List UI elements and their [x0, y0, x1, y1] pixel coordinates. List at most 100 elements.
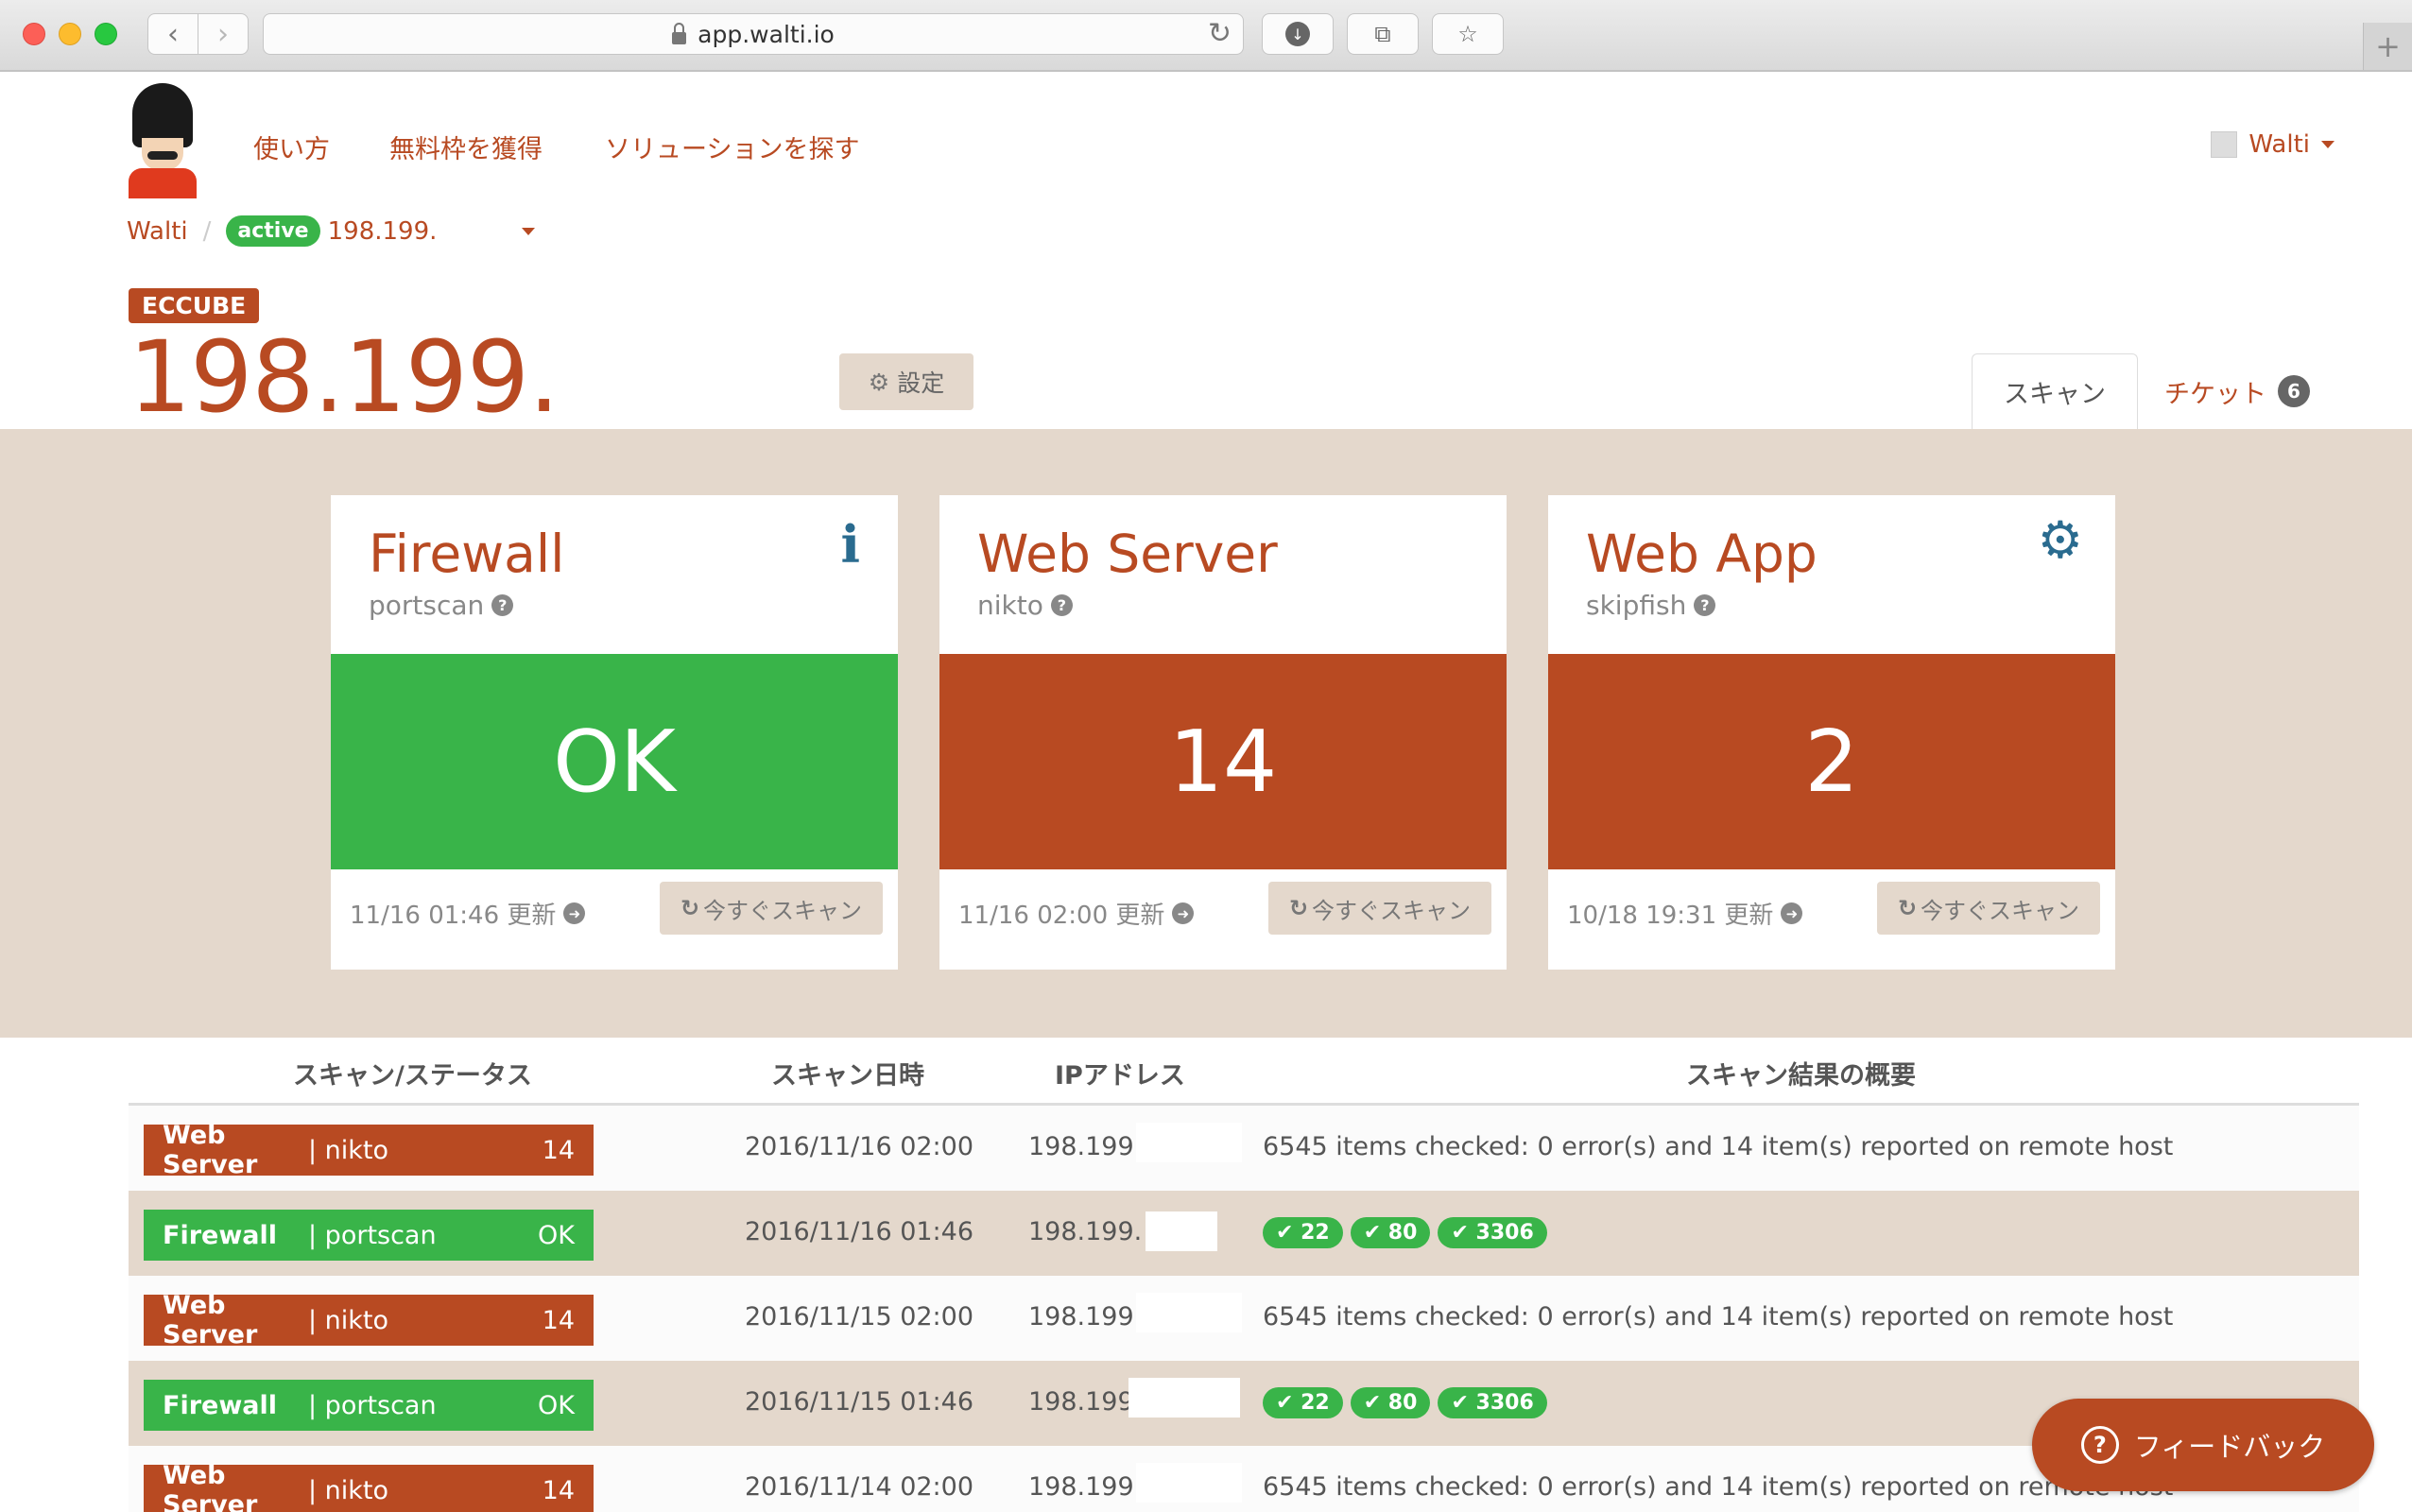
card-web-server: Web Server nikto ? 14 11/16 02:00 更新 ➜ ↻…	[939, 495, 1507, 970]
scan-now-button[interactable]: ↻ 今すぐスキャン	[1877, 882, 2100, 935]
port-badge: ✔ 80	[1350, 1387, 1431, 1418]
page-title: 198.199.	[129, 319, 560, 435]
status-badge: active	[226, 215, 320, 247]
redaction	[1136, 1123, 1242, 1162]
breadcrumb-root[interactable]: Walti	[127, 217, 188, 246]
tabs-icon: ⧉	[1374, 21, 1391, 47]
tab-overview-button[interactable]: ⧉	[1347, 13, 1419, 55]
ip-address: 198.199.	[1028, 1387, 1143, 1417]
avatar	[2211, 131, 2238, 158]
bookmark-button[interactable]: ☆	[1432, 13, 1504, 55]
card-status[interactable]: OK	[331, 654, 898, 869]
card-status[interactable]: 2	[1548, 654, 2115, 869]
breadcrumb-separator: /	[202, 216, 212, 246]
scan-status-pill[interactable]: Web Server | nikto 14	[144, 1291, 594, 1349]
scan-summary: 6545 items checked: 0 error(s) and 14 it…	[1263, 1132, 2174, 1161]
forward-button[interactable]: ›	[198, 13, 249, 55]
refresh-icon: ↻	[1288, 895, 1309, 921]
nav-get-free-tier[interactable]: 無料枠を獲得	[389, 129, 543, 165]
user-menu[interactable]: Walti	[2211, 130, 2334, 159]
ip-address: 198.199.	[1028, 1217, 1143, 1246]
scan-summary: 6545 items checked: 0 error(s) and 14 it…	[1263, 1302, 2174, 1332]
question-icon[interactable]: ?	[491, 594, 514, 616]
card-updated[interactable]: 11/16 01:46 更新 ➜	[350, 896, 586, 931]
scan-status-pill[interactable]: Web Server | nikto 14	[144, 1461, 594, 1512]
ip-address: 198.199.	[1028, 1132, 1143, 1161]
open-ports: ✔ 22 ✔ 80 ✔ 3306	[1263, 1217, 1555, 1248]
breadcrumb: Walti / active 198.199.	[127, 215, 536, 247]
tab-ticket-label: チケット	[2164, 379, 2266, 409]
card-updated[interactable]: 10/18 19:31 更新 ➜	[1567, 896, 1803, 931]
redaction	[1146, 1211, 1217, 1251]
card-tool: nikto ?	[977, 590, 1073, 621]
port-badge: ✔ 3306	[1438, 1217, 1547, 1248]
port-badge: ✔ 3306	[1438, 1387, 1547, 1418]
arrow-right-icon: ➜	[1172, 902, 1195, 924]
table-row[interactable]: Firewall | portscan OK 2016/11/15 01:46 …	[129, 1361, 2359, 1446]
redaction	[1136, 1463, 1242, 1503]
download-icon: ↓	[1285, 22, 1310, 46]
gears-icon[interactable]: ⚙	[2038, 510, 2083, 570]
scan-status-pill[interactable]: Firewall | portscan OK	[144, 1380, 594, 1431]
arrow-right-icon: ➜	[1781, 902, 1803, 924]
close-window-button[interactable]	[23, 23, 45, 45]
tab-scan[interactable]: スキャン	[1972, 353, 2138, 429]
question-icon[interactable]: ?	[1050, 594, 1073, 616]
scan-cards-section: Firewall portscan ? i OK 11/16 01:46 更新 …	[0, 429, 2412, 1038]
table-row[interactable]: Web Server | nikto 14 2016/11/16 02:00 1…	[129, 1106, 2359, 1191]
port-badge: ✔ 22	[1263, 1217, 1343, 1248]
settings-button[interactable]: ⚙ 設定	[839, 353, 973, 410]
card-updated[interactable]: 11/16 02:00 更新 ➜	[958, 896, 1195, 931]
scan-date: 2016/11/16 01:46	[745, 1217, 974, 1246]
scan-status-pill[interactable]: Firewall | portscan OK	[144, 1210, 594, 1261]
scan-status-pill[interactable]: Web Server | nikto 14	[144, 1121, 594, 1179]
back-button[interactable]: ‹	[147, 13, 198, 55]
table-row[interactable]: Web Server | nikto 14 2016/11/15 02:00 1…	[129, 1276, 2359, 1361]
scan-date: 2016/11/15 01:46	[745, 1387, 974, 1417]
lock-icon	[672, 22, 687, 44]
address-bar[interactable]: app.walti.io ↻	[263, 13, 1244, 55]
redaction	[1136, 1293, 1242, 1332]
downloads-button[interactable]: ↓	[1262, 13, 1334, 55]
reload-icon[interactable]: ↻	[1208, 17, 1232, 50]
refresh-icon: ↻	[680, 895, 700, 921]
card-tool: portscan ?	[369, 590, 514, 621]
column-header: スキャン結果の概要	[1686, 1061, 1916, 1091]
scan-now-button[interactable]: ↻ 今すぐスキャン	[1268, 882, 1491, 935]
question-icon[interactable]: ?	[1694, 594, 1716, 616]
ip-address: 198.199.	[1028, 1472, 1143, 1502]
nav-how-to-use[interactable]: 使い方	[253, 129, 330, 165]
nav-find-solutions[interactable]: ソリューションを探す	[605, 129, 859, 165]
user-name: Walti	[2248, 130, 2310, 159]
scan-date: 2016/11/15 02:00	[745, 1302, 974, 1332]
open-ports: ✔ 22 ✔ 80 ✔ 3306	[1263, 1387, 1555, 1418]
info-icon[interactable]: i	[840, 514, 860, 575]
column-header: スキャン/ステータス	[293, 1061, 532, 1091]
breadcrumb-host[interactable]: 198.199.	[328, 217, 438, 246]
walti-logo[interactable]	[127, 83, 198, 198]
question-circle-icon: ?	[2080, 1426, 2119, 1464]
card-status[interactable]: 14	[939, 654, 1507, 869]
host-dropdown-icon[interactable]	[522, 227, 536, 235]
card-title: Web App	[1586, 524, 1818, 584]
port-badge: ✔ 80	[1350, 1217, 1431, 1248]
chevron-right-icon: ›	[217, 17, 229, 51]
table-row[interactable]: Web Server | nikto 14 2016/11/14 02:00 1…	[129, 1446, 2359, 1512]
scan-now-button[interactable]: ↻ 今すぐスキャン	[660, 882, 883, 935]
scan-summary: 6545 items checked: 0 error(s) and 14 it…	[1263, 1472, 2174, 1502]
chevron-left-icon: ‹	[167, 17, 179, 51]
zoom-window-button[interactable]	[95, 23, 117, 45]
scan-date: 2016/11/16 02:00	[745, 1132, 974, 1161]
scan-table-header: スキャン/ステータス スキャン日時 IPアドレス スキャン結果の概要	[129, 1049, 2359, 1106]
url-text: app.walti.io	[698, 20, 835, 48]
card-firewall: Firewall portscan ? i OK 11/16 01:46 更新 …	[331, 495, 898, 970]
tab-scan-label: スキャン	[2004, 380, 2106, 409]
tab-ticket[interactable]: チケット 6	[2138, 353, 2336, 429]
browser-toolbar: ‹ › app.walti.io ↻ ↓ ⧉ ☆ +	[0, 0, 2412, 72]
plus-icon: +	[2375, 28, 2401, 64]
card-web-app: Web App skipfish ? ⚙ 2 10/18 19:31 更新 ➜ …	[1548, 495, 2115, 970]
feedback-button[interactable]: ? フィードバック	[2032, 1399, 2374, 1491]
table-row[interactable]: Firewall | portscan OK 2016/11/16 01:46 …	[129, 1191, 2359, 1276]
minimize-window-button[interactable]	[59, 23, 81, 45]
new-tab-button[interactable]: +	[2363, 23, 2412, 70]
